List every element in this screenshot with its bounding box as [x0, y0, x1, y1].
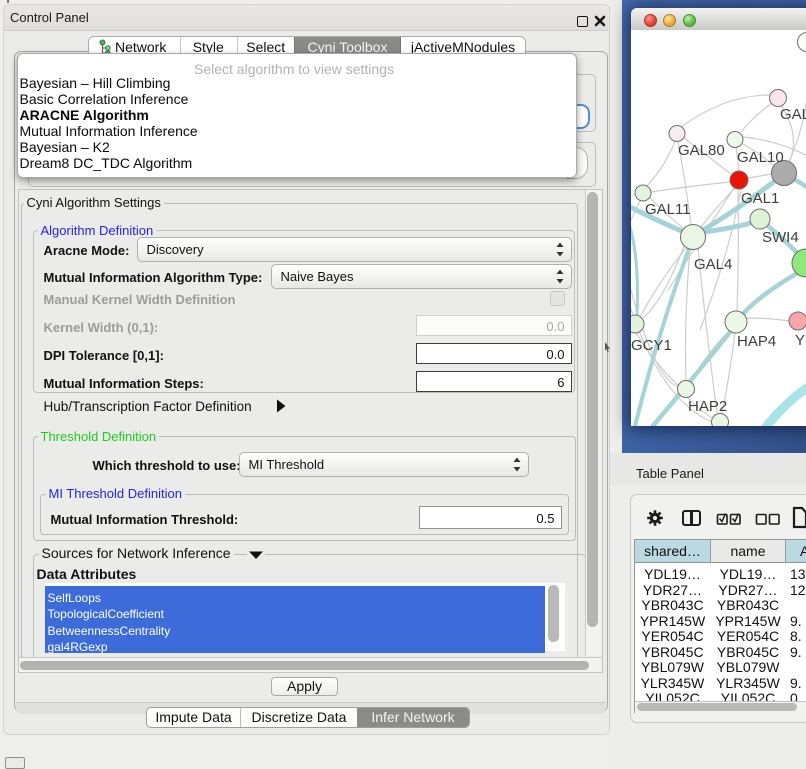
- svg-text:GAL10: GAL10: [737, 149, 784, 166]
- svg-text:GAL11: GAL11: [645, 201, 691, 218]
- svg-text:GAL1: GAL1: [741, 190, 779, 207]
- svg-text:SWI4: SWI4: [762, 229, 799, 246]
- svg-text:Y: Y: [795, 332, 805, 349]
- svg-text:GCY1: GCY1: [631, 337, 672, 354]
- svg-text:GAL80: GAL80: [678, 142, 725, 159]
- svg-text:HAP4: HAP4: [737, 333, 776, 350]
- svg-text:GAL4: GAL4: [694, 256, 732, 273]
- svg-text:HAP2: HAP2: [688, 398, 727, 415]
- svg-text:GAL7: GAL7: [780, 106, 806, 123]
